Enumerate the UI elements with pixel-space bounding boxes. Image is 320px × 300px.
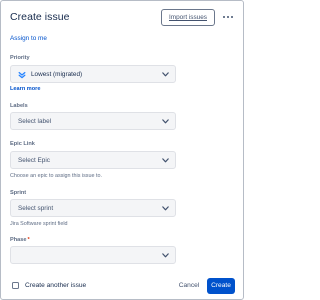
create-button[interactable]: Create [207, 278, 235, 294]
labels-label: Labels [10, 103, 28, 109]
cancel-button[interactable]: Cancel [175, 278, 203, 294]
create-another-label[interactable]: Create another issue [25, 282, 86, 289]
sprint-select[interactable]: Select sprint [10, 199, 176, 217]
more-icon[interactable] [219, 11, 237, 23]
priority-value: Lowest (migrated) [31, 71, 83, 78]
chevron-down-icon [162, 158, 169, 163]
import-issues-button[interactable]: Import issues [161, 9, 215, 26]
epic-link-select[interactable]: Select Epic [10, 151, 176, 169]
sprint-placeholder: Select sprint [18, 205, 54, 212]
phase-label: Phase* [10, 237, 30, 243]
dialog-header: Create issue Import issues [1, 1, 243, 33]
phase-select[interactable] [10, 246, 176, 264]
assign-to-me-link[interactable]: Assign to me [10, 35, 47, 42]
chevron-down-icon [162, 119, 169, 124]
labels-select[interactable]: Select label [10, 112, 176, 130]
sprint-label: Sprint [10, 190, 27, 196]
priority-select[interactable]: Lowest (migrated) [10, 65, 176, 83]
dialog-footer: Create another issue Cancel Create [1, 268, 243, 299]
phase-label-text: Phase [10, 237, 27, 243]
chevron-down-icon [162, 206, 169, 211]
epic-link-label: Epic Link [10, 141, 35, 147]
chevron-down-icon [162, 253, 169, 258]
create-issue-dialog: Create issue Import issues Assign to me … [0, 0, 244, 300]
dialog-body: Assign to me Priority Lowest (migrated) … [1, 33, 243, 268]
chevron-down-icon [162, 72, 169, 77]
required-marker: * [27, 237, 30, 243]
learn-more-link[interactable]: Learn more [10, 86, 40, 92]
dialog-title: Create issue [10, 11, 70, 23]
epic-link-placeholder: Select Epic [18, 157, 50, 164]
sprint-helper: Jira Software sprint field [10, 221, 68, 227]
epic-link-helper: Choose an epic to assign this issue to. [10, 173, 102, 179]
priority-label: Priority [10, 55, 30, 61]
labels-placeholder: Select label [18, 118, 52, 125]
priority-lowest-icon [18, 71, 26, 79]
create-another-checkbox[interactable] [12, 282, 19, 289]
